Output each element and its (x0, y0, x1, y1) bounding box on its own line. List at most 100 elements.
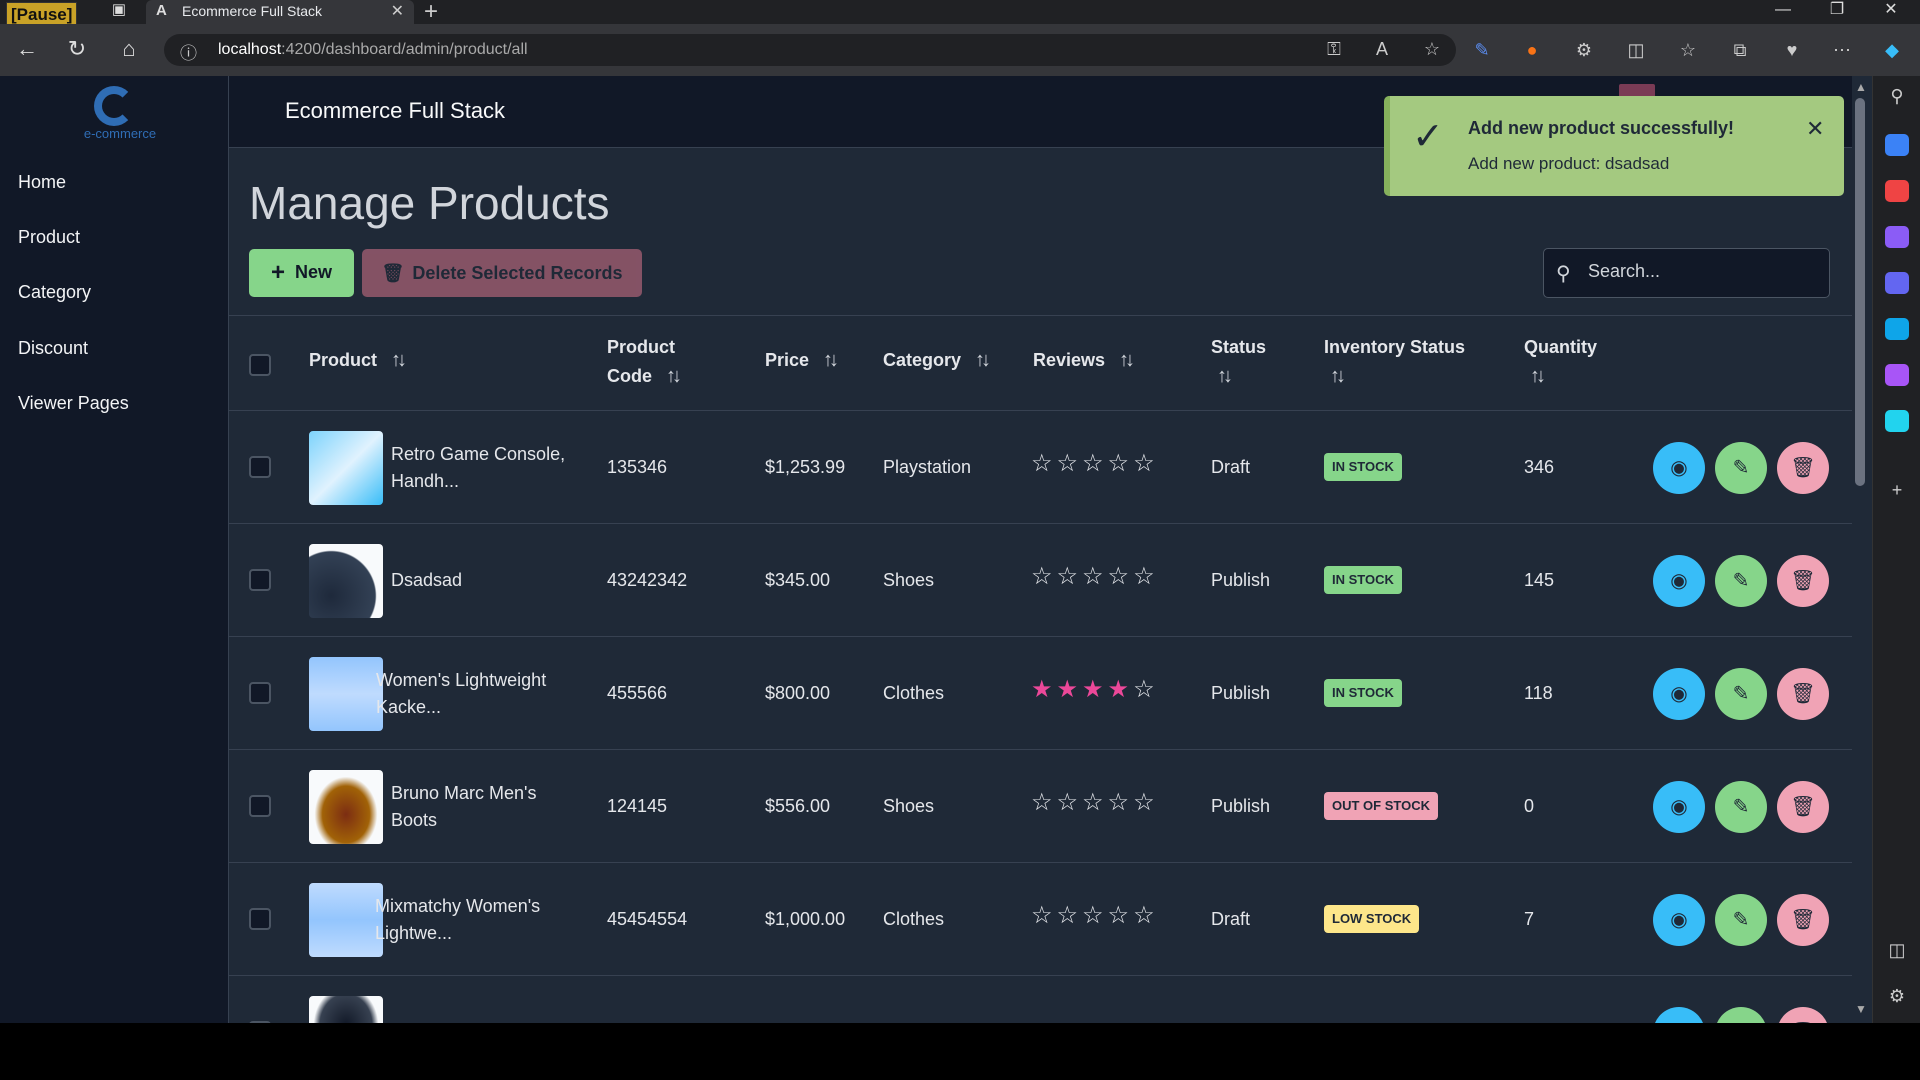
edit-button[interactable]: ✎ (1715, 894, 1767, 946)
logo[interactable]: e-commerce (70, 82, 170, 142)
scroll-down-icon[interactable]: ▼ (1851, 1002, 1871, 1016)
star-icon[interactable]: ☆ (1082, 902, 1108, 929)
star-icon[interactable]: ☆ (1133, 676, 1159, 703)
home-icon[interactable]: ⌂ (114, 36, 144, 62)
view-button[interactable]: ◉ (1653, 668, 1705, 720)
column-product-code[interactable]: Product Code ↑↓ (607, 333, 682, 391)
designer-icon[interactable] (1885, 364, 1909, 386)
sidebar-item-product[interactable]: Product (18, 227, 80, 248)
read-aloud-icon[interactable]: A (1370, 39, 1394, 60)
view-button[interactable]: ◉ (1653, 555, 1705, 607)
close-window-icon[interactable]: ✕ (1866, 0, 1916, 20)
extensions-icon[interactable]: ⚙ (1572, 40, 1596, 61)
collections-icon[interactable]: ⧉ (1728, 40, 1752, 61)
games-icon[interactable] (1885, 226, 1909, 248)
send-icon[interactable] (1885, 410, 1909, 432)
rating[interactable]: ☆☆☆☆☆ (1031, 788, 1159, 817)
view-button[interactable]: ◉ (1653, 442, 1705, 494)
scrollbar-thumb[interactable] (1855, 98, 1865, 486)
row-checkbox[interactable] (249, 1021, 271, 1023)
microsoft365-icon[interactable] (1885, 272, 1909, 294)
star-icon[interactable]: ☆ (1133, 450, 1159, 477)
minimize-icon[interactable]: — (1758, 0, 1808, 20)
edit-button[interactable]: ✎ (1715, 668, 1767, 720)
row-checkbox[interactable] (249, 456, 271, 478)
add-icon[interactable]: + (1885, 480, 1909, 501)
new-tab-icon[interactable]: + (424, 0, 438, 26)
view-button[interactable]: ◉ (1653, 781, 1705, 833)
view-button[interactable]: ◉ (1653, 894, 1705, 946)
star-icon[interactable]: ☆ (1133, 902, 1159, 929)
sidebar-item-viewer-pages[interactable]: Viewer Pages (18, 393, 129, 414)
edit-button[interactable]: ✎ (1715, 442, 1767, 494)
sidebar-toggle-icon[interactable]: ◫ (1885, 940, 1909, 961)
search-icon[interactable]: ⚲ (1885, 86, 1909, 107)
star-icon[interactable]: ☆ (1108, 450, 1134, 477)
star-icon[interactable]: ☆ (1082, 450, 1108, 477)
favorites-icon[interactable]: ☆ (1676, 40, 1700, 61)
scroll-up-icon[interactable]: ▲ (1851, 80, 1871, 94)
rating[interactable]: ☆☆☆☆☆ (1031, 562, 1159, 591)
edit-button[interactable]: ✎ (1715, 555, 1767, 607)
star-icon[interactable]: ☆ (1133, 563, 1159, 590)
outlook-icon[interactable] (1885, 318, 1909, 340)
star-icon[interactable]: ☆ (1057, 450, 1083, 477)
delete-button[interactable]: 🗑 (1777, 894, 1829, 946)
close-tab-icon[interactable]: ✕ (391, 1, 404, 21)
star-icon[interactable]: ☆ (1031, 450, 1057, 477)
select-all-checkbox[interactable] (249, 354, 271, 376)
sidebar-item-discount[interactable]: Discount (18, 338, 88, 359)
star-icon[interactable]: ★ (1057, 676, 1083, 703)
star-icon[interactable]: ☆ (1031, 789, 1057, 816)
row-checkbox[interactable] (249, 682, 271, 704)
restore-icon[interactable]: ❐ (1812, 0, 1862, 20)
tools-icon[interactable] (1885, 180, 1909, 202)
rating[interactable]: ☆☆☆☆☆ (1031, 449, 1159, 478)
column-price[interactable]: Price ↑↓ (765, 346, 839, 375)
copilot-icon[interactable]: ◆ (1880, 40, 1904, 61)
back-icon[interactable]: ← (12, 36, 42, 62)
search-input[interactable] (1588, 261, 1818, 282)
delete-button[interactable]: 🗑 (1777, 555, 1829, 607)
view-button[interactable]: ◉ (1653, 1007, 1705, 1023)
rating[interactable]: ★★★★☆ (1031, 675, 1159, 704)
refresh-icon[interactable]: ↻ (62, 36, 92, 62)
more-menu-icon[interactable]: ⋯ (1830, 40, 1854, 61)
extension-pen-icon[interactable]: ✎ (1470, 40, 1494, 61)
column-reviews[interactable]: Reviews ↑↓ (1033, 346, 1135, 375)
tab-actions-icon[interactable]: ▣ (94, 0, 144, 20)
browser-tab[interactable]: A Ecommerce Full Stack ✕ (146, 0, 414, 24)
sidebar-item-home[interactable]: Home (18, 172, 66, 193)
edit-button[interactable]: ✎ (1715, 781, 1767, 833)
column-quantity[interactable]: Quantity ↑↓ (1524, 333, 1597, 391)
column-status[interactable]: Status ↑↓ (1211, 333, 1266, 391)
star-icon[interactable]: ☆ (1133, 789, 1159, 816)
star-icon[interactable]: ★ (1108, 676, 1134, 703)
split-screen-icon[interactable]: ◫ (1624, 40, 1648, 61)
key-icon[interactable]: ⚿ (1322, 39, 1346, 60)
star-icon[interactable]: ☆ (1108, 902, 1134, 929)
edit-button[interactable]: ✎ (1715, 1007, 1767, 1023)
row-checkbox[interactable] (249, 795, 271, 817)
star-icon[interactable]: ☆ (1108, 789, 1134, 816)
rating[interactable]: ☆☆☆☆☆ (1031, 901, 1159, 930)
delete-button[interactable]: 🗑 (1777, 442, 1829, 494)
column-product[interactable]: Product ↑↓ (309, 346, 407, 375)
settings-gear-icon[interactable]: ⚙ (1885, 986, 1909, 1007)
shopping-icon[interactable] (1885, 134, 1909, 156)
delete-button[interactable]: 🗑 (1777, 668, 1829, 720)
browser-essentials-icon[interactable]: ♥ (1780, 40, 1804, 61)
url-bar[interactable]: ⓘ localhost:4200/dashboard/admin/product… (164, 34, 1456, 66)
row-checkbox[interactable] (249, 569, 271, 591)
extension-fox-icon[interactable]: ● (1520, 40, 1544, 61)
sidebar-item-category[interactable]: Category (18, 282, 91, 303)
column-category[interactable]: Category ↑↓ (883, 346, 991, 375)
star-icon[interactable]: ☆ (1108, 563, 1134, 590)
delete-selected-button[interactable]: 🗑 Delete Selected Records (362, 249, 642, 297)
new-button[interactable]: + New (249, 249, 354, 297)
delete-button[interactable]: 🗑 (1777, 781, 1829, 833)
star-icon[interactable]: ☆ (1057, 902, 1083, 929)
delete-button[interactable]: 🗑 (1777, 1007, 1829, 1023)
star-icon[interactable]: ☆ (1031, 563, 1057, 590)
star-icon[interactable]: ★ (1031, 676, 1057, 703)
